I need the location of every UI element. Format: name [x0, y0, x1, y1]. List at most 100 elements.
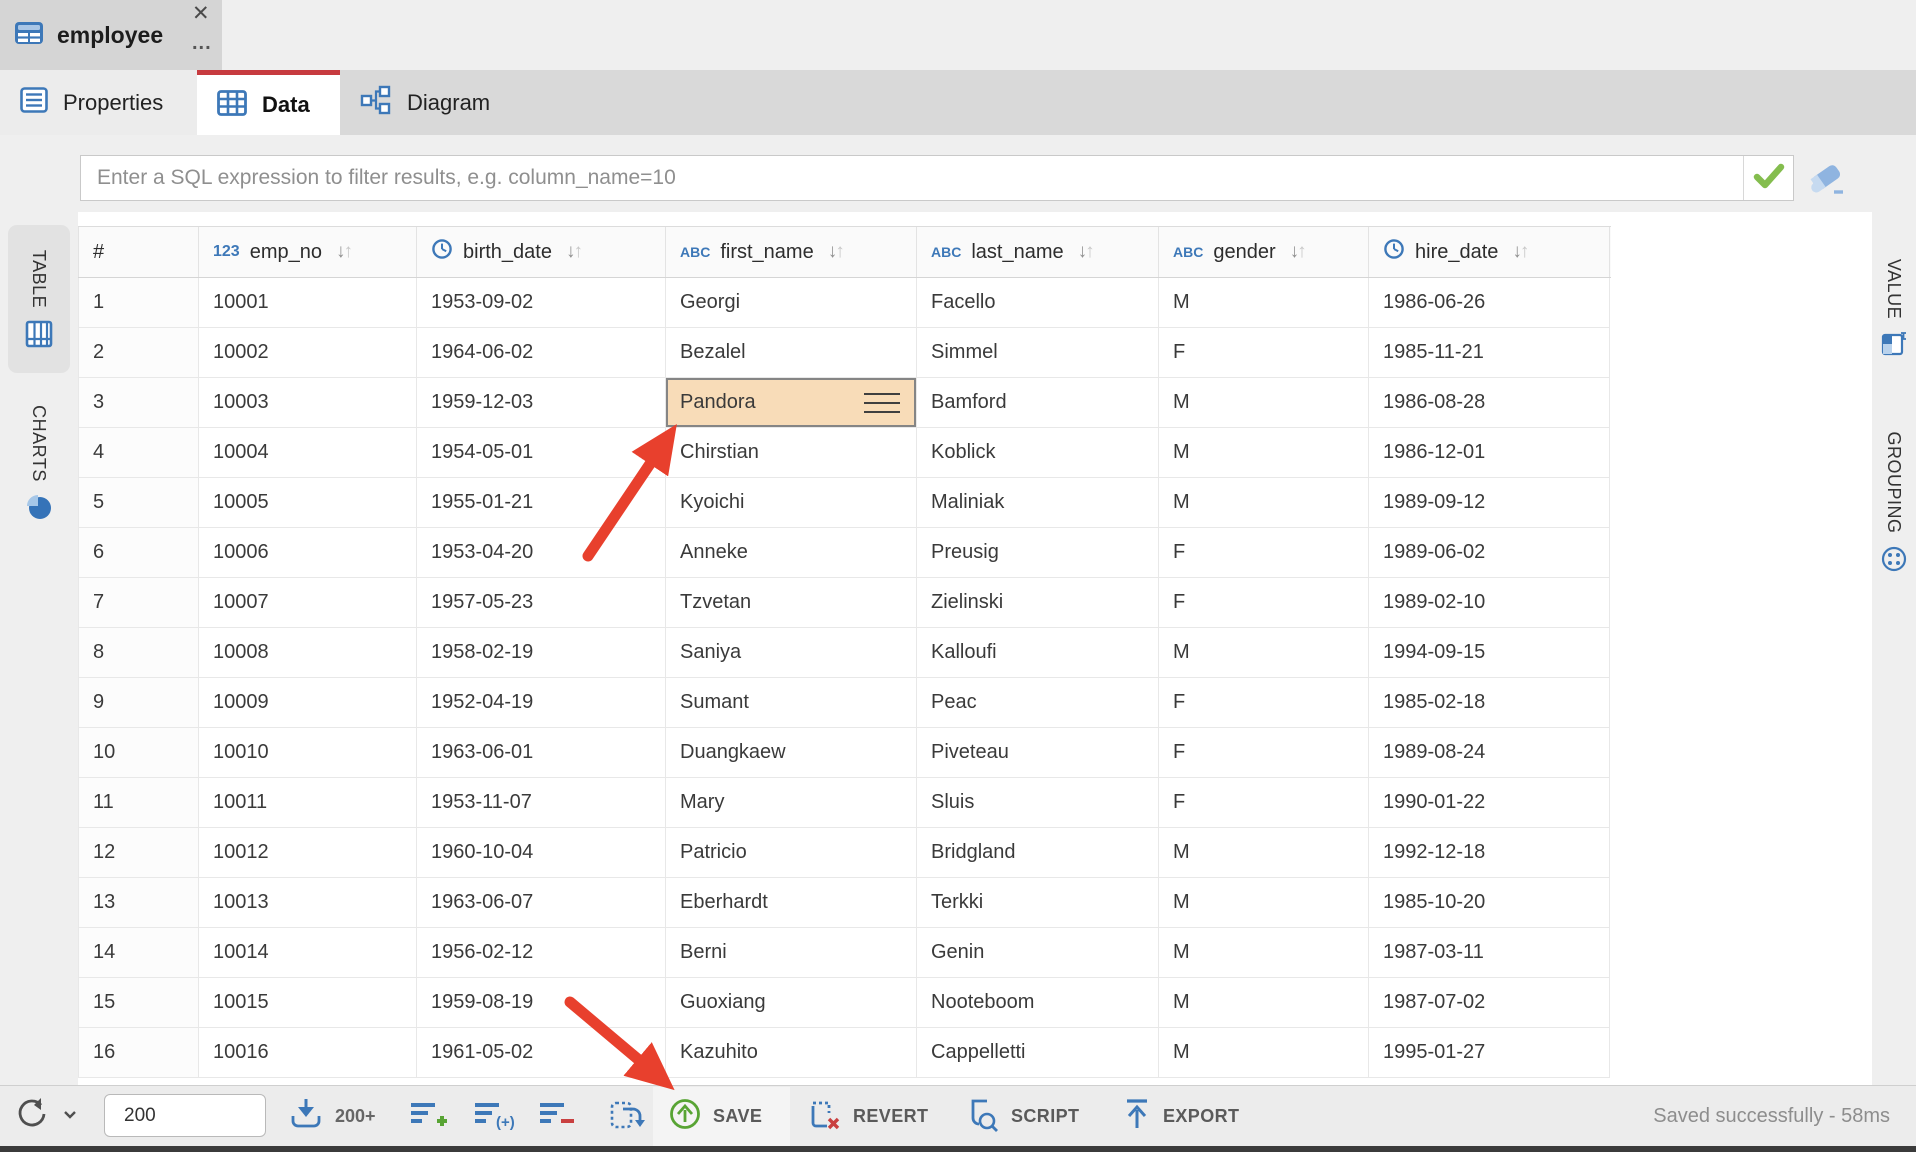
rail-item-value[interactable]: VALUE [1872, 238, 1916, 378]
grid-cell-gender[interactable]: M [1159, 1028, 1369, 1078]
column-header-rownum[interactable]: # [78, 227, 199, 277]
row-number-cell[interactable]: 1 [78, 278, 199, 328]
grid-cell-birth_date[interactable]: 1958-02-19 [417, 628, 666, 678]
row-number-cell[interactable]: 2 [78, 328, 199, 378]
grid-cell-birth_date[interactable]: 1963-06-07 [417, 878, 666, 928]
rail-item-charts[interactable]: CHARTS [8, 380, 70, 545]
clear-filter-eraser-icon[interactable] [1806, 159, 1850, 204]
grid-cell-last_name[interactable]: Koblick [917, 428, 1159, 478]
grid-cell-first_name[interactable]: Anneke [666, 528, 917, 578]
grid-cell-birth_date[interactable]: 1960-10-04 [417, 828, 666, 878]
fetch-more-button[interactable]: 200+ [288, 1086, 376, 1146]
column-header-first_name[interactable]: ABCfirst_name↓↑ [666, 227, 917, 277]
delete-row-button[interactable] [537, 1086, 577, 1146]
grid-cell-last_name[interactable]: Zielinski [917, 578, 1159, 628]
grid-cell-first_name[interactable]: Kyoichi [666, 478, 917, 528]
grid-cell-last_name[interactable]: Nooteboom [917, 978, 1159, 1028]
grid-cell-birth_date[interactable]: 1953-11-07 [417, 778, 666, 828]
grid-cell-first_name[interactable]: Eberhardt [666, 878, 917, 928]
overflow-dots-icon[interactable]: ... [192, 32, 212, 55]
grid-cell-hire_date[interactable]: 1985-11-21 [1369, 328, 1610, 378]
grid-cell-gender[interactable]: F [1159, 678, 1369, 728]
grid-cell-gender[interactable]: M [1159, 428, 1369, 478]
grid-cell-last_name[interactable]: Kalloufi [917, 628, 1159, 678]
grid-cell-first_name[interactable]: Tzvetan [666, 578, 917, 628]
grid-cell-emp_no[interactable]: 10004 [199, 428, 417, 478]
grid-cell-first_name[interactable]: Guoxiang [666, 978, 917, 1028]
script-button[interactable]: SCRIPT [962, 1086, 1079, 1146]
grid-cell-last_name[interactable]: Bridgland [917, 828, 1159, 878]
grid-cell-birth_date[interactable]: 1957-05-23 [417, 578, 666, 628]
refresh-button[interactable] [14, 1086, 77, 1146]
grid-cell-last_name[interactable]: Preusig [917, 528, 1159, 578]
editor-tab-employee[interactable]: employee [0, 0, 222, 70]
grid-cell-hire_date[interactable]: 1985-10-20 [1369, 878, 1610, 928]
grid-cell-hire_date[interactable]: 1990-01-22 [1369, 778, 1610, 828]
grid-cell-hire_date[interactable]: 1989-06-02 [1369, 528, 1610, 578]
row-number-cell[interactable]: 13 [78, 878, 199, 928]
tab-data-active[interactable]: Data [197, 70, 340, 135]
grid-cell-emp_no[interactable]: 10016 [199, 1028, 417, 1078]
grid-cell-emp_no[interactable]: 10013 [199, 878, 417, 928]
grid-cell-emp_no[interactable]: 10008 [199, 628, 417, 678]
cell-menu-icon[interactable] [864, 393, 900, 413]
grid-cell-gender[interactable]: M [1159, 478, 1369, 528]
grid-cell-first_name[interactable]: Kazuhito [666, 1028, 917, 1078]
grid-cell-gender[interactable]: M [1159, 978, 1369, 1028]
grid-cell-gender[interactable]: M [1159, 628, 1369, 678]
grid-cell-gender[interactable]: F [1159, 728, 1369, 778]
column-header-last_name[interactable]: ABClast_name↓↑ [917, 227, 1159, 277]
grid-cell-gender[interactable]: M [1159, 378, 1369, 428]
grid-cell-gender[interactable]: F [1159, 578, 1369, 628]
grid-cell-hire_date[interactable]: 1989-02-10 [1369, 578, 1610, 628]
grid-cell-first_name[interactable]: Duangkaew [666, 728, 917, 778]
grid-cell-hire_date[interactable]: 1986-06-26 [1369, 278, 1610, 328]
column-header-hire_date[interactable]: hire_date↓↑ [1369, 227, 1610, 277]
close-icon[interactable]: ✕ [192, 1, 210, 27]
row-number-cell[interactable]: 3 [78, 378, 199, 428]
save-button[interactable]: SAVE [668, 1086, 762, 1146]
grid-cell-emp_no[interactable]: 10006 [199, 528, 417, 578]
grid-cell-first_name[interactable]: Chirstian [666, 428, 917, 478]
grid-cell-hire_date[interactable]: 1986-12-01 [1369, 428, 1610, 478]
duplicate-row-button[interactable]: (+) [472, 1086, 516, 1146]
selected-cell[interactable]: Pandora [666, 378, 917, 428]
grid-cell-gender[interactable]: F [1159, 528, 1369, 578]
tab-properties[interactable]: Properties [0, 70, 197, 135]
grid-cell-last_name[interactable]: Peac [917, 678, 1159, 728]
column-header-gender[interactable]: ABCgender↓↑ [1159, 227, 1369, 277]
sql-filter-input[interactable] [81, 156, 1743, 200]
grid-cell-hire_date[interactable]: 1992-12-18 [1369, 828, 1610, 878]
grid-cell-emp_no[interactable]: 10005 [199, 478, 417, 528]
grid-cell-last_name[interactable]: Cappelletti [917, 1028, 1159, 1078]
grid-cell-birth_date[interactable]: 1959-08-19 [417, 978, 666, 1028]
grid-cell-emp_no[interactable]: 10007 [199, 578, 417, 628]
row-number-cell[interactable]: 15 [78, 978, 199, 1028]
fetch-size-input[interactable] [104, 1094, 266, 1137]
row-number-cell[interactable]: 5 [78, 478, 199, 528]
rail-item-table[interactable]: TABLE [8, 225, 70, 373]
grid-cell-emp_no[interactable]: 10009 [199, 678, 417, 728]
grid-cell-gender[interactable]: M [1159, 828, 1369, 878]
grid-cell-hire_date[interactable]: 1986-08-28 [1369, 378, 1610, 428]
grid-cell-first_name[interactable]: Patricio [666, 828, 917, 878]
grid-cell-birth_date[interactable]: 1954-05-01 [417, 428, 666, 478]
row-number-cell[interactable]: 16 [78, 1028, 199, 1078]
edit-value-button[interactable] [608, 1086, 646, 1146]
row-number-cell[interactable]: 6 [78, 528, 199, 578]
grid-cell-birth_date[interactable]: 1959-12-03 [417, 378, 666, 428]
grid-cell-last_name[interactable]: Simmel [917, 328, 1159, 378]
row-number-cell[interactable]: 11 [78, 778, 199, 828]
tab-diagram[interactable]: Diagram [340, 70, 575, 135]
column-header-emp_no[interactable]: 123emp_no↓↑ [199, 227, 417, 277]
grid-cell-last_name[interactable]: Sluis [917, 778, 1159, 828]
grid-cell-birth_date[interactable]: 1964-06-02 [417, 328, 666, 378]
export-button[interactable]: EXPORT [1122, 1086, 1239, 1146]
grid-cell-gender[interactable]: M [1159, 928, 1369, 978]
grid-cell-hire_date[interactable]: 1989-08-24 [1369, 728, 1610, 778]
grid-cell-gender[interactable]: F [1159, 328, 1369, 378]
row-number-cell[interactable]: 12 [78, 828, 199, 878]
row-number-cell[interactable]: 4 [78, 428, 199, 478]
grid-cell-hire_date[interactable]: 1989-09-12 [1369, 478, 1610, 528]
grid-cell-birth_date[interactable]: 1963-06-01 [417, 728, 666, 778]
